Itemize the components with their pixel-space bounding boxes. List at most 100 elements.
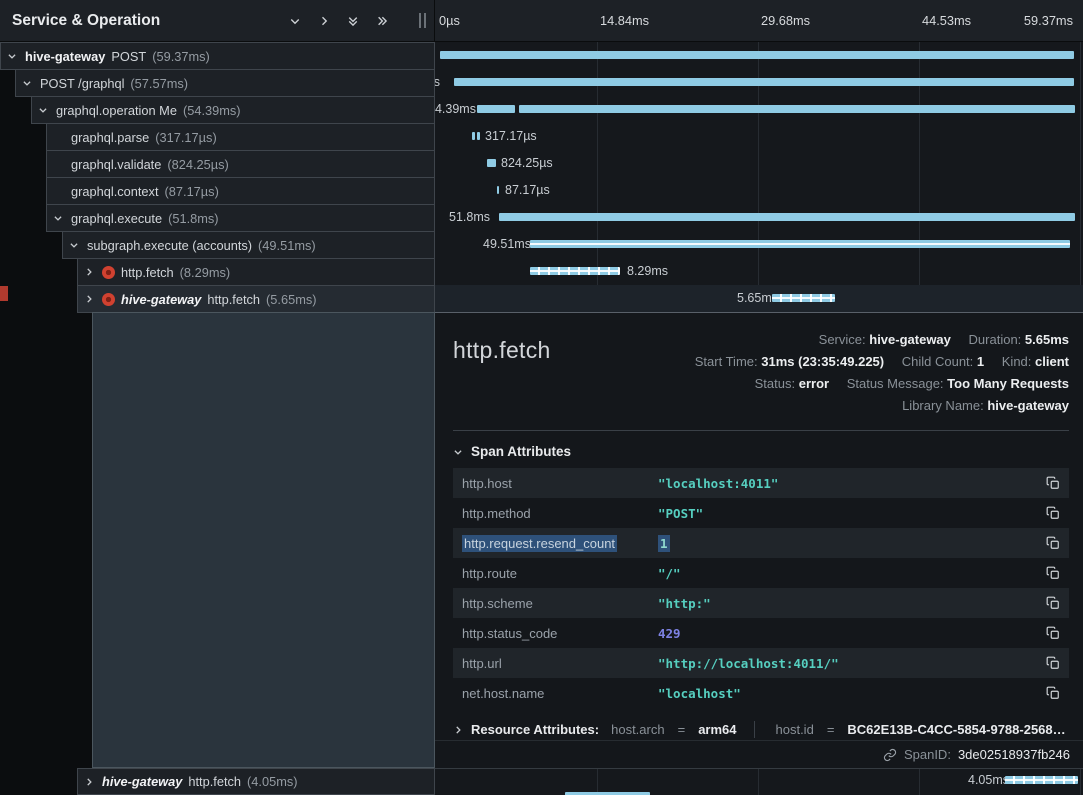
chevron-down-icon[interactable] (19, 78, 34, 88)
span-attributes-table: http.host "localhost:4011" http.method "… (453, 468, 1069, 708)
span-bar[interactable] (477, 132, 480, 140)
copy-icon[interactable] (1046, 596, 1060, 610)
tree-row-http-fetch-bottom[interactable]: hive-gateway http.fetch (4.05ms) (77, 768, 435, 795)
span-attributes-toggle[interactable]: Span Attributes (453, 444, 1069, 459)
attribute-key: net.host.name (462, 686, 658, 701)
chevron-down-icon[interactable] (50, 213, 65, 223)
tree-row-graphql-validate[interactable]: graphql.validate (824.25µs) (46, 150, 435, 178)
error-icon (102, 293, 115, 306)
span-duration: (4.05ms) (247, 774, 298, 789)
attribute-key: http.scheme (462, 596, 658, 611)
collapse-all-icon[interactable] (347, 15, 359, 27)
meta-duration: 5.65ms (1025, 332, 1069, 347)
span-name: graphql.execute (71, 211, 162, 226)
copy-icon[interactable] (1046, 536, 1060, 550)
waterfall-row[interactable]: 317.17µs (435, 123, 1083, 150)
chevron-right-icon[interactable] (81, 777, 96, 787)
span-bar[interactable] (497, 186, 499, 194)
span-duration: (57.57ms) (130, 76, 188, 91)
attribute-key: http.url (462, 656, 658, 671)
span-bar[interactable] (472, 132, 475, 140)
tree-row-graphql-context[interactable]: graphql.context (87.17µs) (46, 177, 435, 205)
trace-waterfall: 57.57ms 54.39ms 317.17µs 824.25µs 87.17µ… (435, 42, 1083, 312)
waterfall-row[interactable]: 8.29ms (435, 258, 1083, 285)
span-bar[interactable] (772, 294, 835, 302)
ruler-tick: 59.37ms (1024, 13, 1073, 28)
resource-key: host.arch (611, 722, 664, 737)
waterfall-row[interactable]: 54.39ms (435, 96, 1083, 123)
chevron-down-icon[interactable] (289, 15, 301, 27)
waterfall-row-selected[interactable]: 5.65ms (435, 285, 1083, 312)
waterfall-row[interactable]: 57.57ms (435, 69, 1083, 96)
span-bar[interactable] (530, 240, 1070, 248)
copy-icon[interactable] (1046, 566, 1060, 580)
meta-library: hive-gateway (987, 398, 1069, 413)
timeline-ruler: 0µs 14.84ms 29.68ms 44.53ms 59.37ms (435, 0, 1083, 42)
attribute-key: http.host (462, 476, 658, 491)
tree-row-hive-gateway-post[interactable]: hive-gateway POST (59.37ms) (0, 42, 435, 70)
ruler-tick: 14.84ms (600, 13, 649, 28)
tree-row-http-fetch-selected[interactable]: hive-gateway http.fetch (5.65ms) (77, 285, 435, 313)
tree-row-graphql-execute[interactable]: graphql.execute (51.8ms) (46, 204, 435, 232)
resource-attributes-toggle[interactable]: Resource Attributes: host.arch = arm64 h… (453, 721, 1069, 738)
copy-icon[interactable] (1046, 656, 1060, 670)
expand-all-icon[interactable] (376, 15, 388, 27)
span-bar[interactable] (440, 51, 1074, 59)
tree-row-graphql-parse[interactable]: graphql.parse (317.17µs) (46, 123, 435, 151)
span-bar[interactable] (530, 267, 620, 275)
attribute-row: http.url "http://localhost:4011/" (453, 648, 1069, 678)
resource-value: arm64 (698, 722, 736, 737)
waterfall-row[interactable] (435, 42, 1083, 69)
span-name: POST (111, 49, 146, 64)
copy-icon[interactable] (1046, 626, 1060, 640)
error-icon (102, 266, 115, 279)
meta-service: hive-gateway (869, 332, 951, 347)
chevron-right-icon[interactable] (81, 294, 96, 304)
chevron-down-icon[interactable] (4, 51, 19, 61)
bar-duration-label: 87.17µs (505, 183, 550, 197)
tree-row-graphql-operation[interactable]: graphql.operation Me (54.39ms) (31, 96, 435, 124)
span-duration: (59.37ms) (152, 49, 210, 64)
span-duration: (51.8ms) (168, 211, 219, 226)
span-duration: (317.17µs) (155, 130, 216, 145)
span-bar[interactable] (499, 213, 1075, 221)
attribute-key: http.status_code (462, 626, 658, 641)
span-bar[interactable] (519, 105, 1075, 113)
bar-duration-label: 317.17µs (485, 129, 537, 143)
span-meta: Service: hive-gateway Duration: 5.65ms S… (695, 329, 1069, 417)
span-duration: (824.25µs) (167, 157, 228, 172)
copy-icon[interactable] (1046, 476, 1060, 490)
chevron-down-icon[interactable] (35, 105, 50, 115)
waterfall-row-bottom[interactable]: 4.05ms (435, 768, 1083, 795)
attribute-value: "POST" (658, 506, 703, 521)
tree-panel-header: Service & Operation (0, 0, 435, 42)
service-name: hive-gateway (121, 292, 201, 307)
span-bar[interactable] (1005, 776, 1078, 784)
span-bar[interactable] (477, 105, 515, 113)
copy-icon[interactable] (1046, 686, 1060, 700)
tree-row-post-graphql[interactable]: POST /graphql (57.57ms) (15, 69, 435, 97)
span-name: http.fetch (207, 292, 260, 307)
tree-row-subgraph-execute[interactable]: subgraph.execute (accounts) (49.51ms) (62, 231, 435, 259)
attribute-key: http.route (462, 566, 658, 581)
waterfall-row[interactable]: 824.25µs (435, 150, 1083, 177)
panel-resize-handle[interactable] (419, 13, 426, 28)
waterfall-row[interactable]: 49.51ms (435, 231, 1083, 258)
span-bar[interactable] (487, 159, 496, 167)
tree-row-http-fetch-1[interactable]: http.fetch (8.29ms) (77, 258, 435, 286)
chevron-down-icon[interactable] (66, 240, 81, 250)
span-bar[interactable] (454, 78, 1074, 86)
attribute-value: "localhost:4011" (658, 476, 778, 491)
span-duration: (5.65ms) (266, 292, 317, 307)
waterfall-row[interactable]: 87.17µs (435, 177, 1083, 204)
selected-span-children-area (92, 312, 435, 768)
meta-kind: client (1035, 354, 1069, 369)
copy-icon[interactable] (1046, 506, 1060, 520)
chevron-right-icon[interactable] (318, 15, 330, 27)
span-name: graphql.validate (71, 157, 161, 172)
attribute-row: http.host "localhost:4011" (453, 468, 1069, 498)
meta-status: error (799, 376, 829, 391)
waterfall-row[interactable]: 51.8ms (435, 204, 1083, 231)
bar-duration-label: 54.39ms (435, 102, 476, 116)
chevron-right-icon[interactable] (81, 267, 96, 277)
